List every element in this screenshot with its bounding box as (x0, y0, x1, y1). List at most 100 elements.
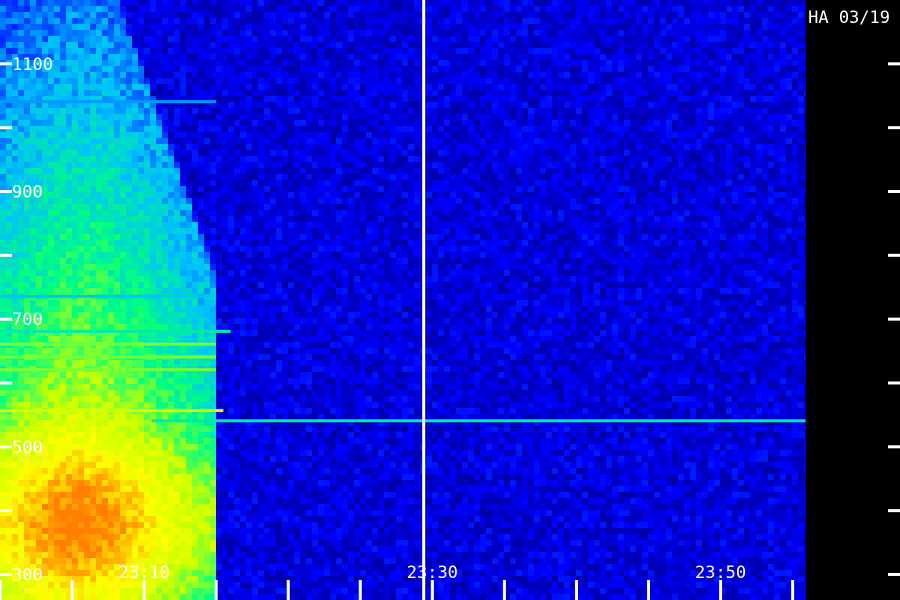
heatmap-cell (30, 336, 36, 342)
heatmap-cell (168, 24, 174, 30)
heatmap-cell (42, 156, 48, 162)
heatmap-cell (60, 6, 66, 12)
heatmap-cell (126, 240, 132, 246)
heatmap-cell (0, 162, 6, 168)
heatmap-cell (108, 432, 114, 438)
heatmap-cell (78, 66, 84, 72)
heatmap-cell (6, 78, 12, 84)
heatmap-cell (192, 258, 198, 264)
heatmap-cell (132, 234, 138, 240)
heatmap-cell (114, 288, 120, 294)
heatmap-cell (36, 270, 42, 276)
heatmap-cell (90, 468, 96, 474)
heatmap-cell (138, 534, 144, 540)
heatmap-cell (162, 132, 168, 138)
heatmap-cell (222, 114, 228, 120)
heatmap-cell (84, 384, 90, 390)
heatmap-cell (138, 426, 144, 432)
heatmap-cell (252, 522, 258, 528)
heatmap-cell (288, 54, 294, 60)
heatmap-cell (198, 576, 204, 582)
heatmap-cell (72, 396, 78, 402)
heatmap-cell (162, 288, 168, 294)
heatmap-cell (264, 330, 270, 336)
heatmap-cell (162, 372, 168, 378)
heatmap-cell (246, 120, 252, 126)
heatmap-cell (132, 288, 138, 294)
heatmap-cell (54, 192, 60, 198)
heatmap-cell (96, 108, 102, 114)
heatmap-cell (282, 300, 288, 306)
heatmap-cell (240, 534, 246, 540)
heatmap-cell (240, 96, 246, 102)
heatmap-cell (222, 66, 228, 72)
heatmap-cell (42, 432, 48, 438)
heatmap-cell (42, 24, 48, 30)
heatmap-cell (78, 378, 84, 384)
heatmap-cell (54, 348, 60, 354)
heatmap-cell (186, 462, 192, 468)
heatmap-cell (180, 198, 186, 204)
heatmap-cell (30, 276, 36, 282)
heatmap-cell (72, 546, 78, 552)
heatmap-cell (222, 126, 228, 132)
heatmap-cell (114, 312, 120, 318)
heatmap-cell (186, 492, 192, 498)
heatmap-cell (234, 66, 240, 72)
heatmap-cell (174, 570, 180, 576)
heatmap-cell (36, 228, 42, 234)
heatmap-cell (30, 24, 36, 30)
heatmap-cell (108, 192, 114, 198)
heatmap-cell (6, 150, 12, 156)
heatmap-cell (30, 300, 36, 306)
heatmap-cell (198, 24, 204, 30)
heatmap-cell (72, 246, 78, 252)
heatmap-cell (162, 186, 168, 192)
heatmap-cell (270, 90, 276, 96)
heatmap-cell (24, 12, 30, 18)
heatmap-cell (84, 444, 90, 450)
heatmap-cell (204, 216, 210, 222)
heatmap-cell (180, 414, 186, 420)
heatmap-cell (264, 264, 270, 270)
heatmap-cell (126, 258, 132, 264)
heatmap-cell (24, 78, 30, 84)
heatmap-cell (54, 336, 60, 342)
heatmap-cell (204, 564, 210, 570)
heatmap-cell (174, 372, 180, 378)
heatmap-cell (294, 384, 300, 390)
heatmap-cell (264, 186, 270, 192)
heatmap-cell (204, 528, 210, 534)
heatmap-cell (138, 168, 144, 174)
heatmap-cell (108, 84, 114, 90)
heatmap-cell (258, 174, 264, 180)
heatmap-cell (96, 540, 102, 546)
heatmap-cell (282, 570, 288, 576)
heatmap-cell (60, 66, 66, 72)
heatmap-cell (252, 336, 258, 342)
heatmap-cell (162, 438, 168, 444)
heatmap-cell (120, 432, 126, 438)
heatmap-cell (282, 150, 288, 156)
heatmap-cell (174, 426, 180, 432)
heatmap-cell (48, 48, 54, 54)
heatmap-cell (276, 108, 282, 114)
heatmap-cell (132, 48, 138, 54)
heatmap-cell (180, 72, 186, 78)
heatmap-cell (234, 336, 240, 342)
heatmap-cell (12, 462, 18, 468)
heatmap-cell (72, 66, 78, 72)
heatmap-cell (162, 300, 168, 306)
heatmap-cell (84, 84, 90, 90)
heatmap-cell (210, 504, 216, 510)
heatmap-cell (174, 144, 180, 150)
heatmap-cell (156, 240, 162, 246)
heatmap-cell (192, 246, 198, 252)
heatmap-cell (252, 354, 258, 360)
heatmap-cell (252, 270, 258, 276)
heatmap-cell (162, 240, 168, 246)
heatmap-cell (162, 444, 168, 450)
heatmap-cell (156, 168, 162, 174)
heatmap-cell (192, 570, 198, 576)
heatmap-cell (54, 84, 60, 90)
